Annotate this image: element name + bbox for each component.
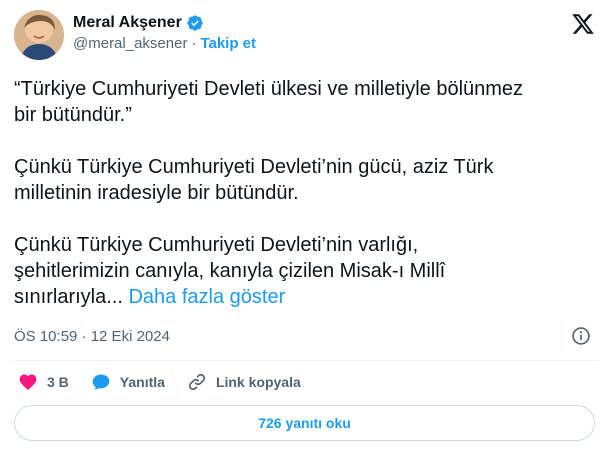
read-replies-button[interactable]: 726 yanıtı oku <box>14 405 595 441</box>
verified-badge-icon <box>187 15 203 31</box>
heart-icon <box>19 374 37 390</box>
x-logo-icon[interactable] <box>571 12 595 36</box>
author-info: Meral Akşener @meral_aksener · Takip et <box>73 13 256 52</box>
tweet-body: “Türkiye Cumhuriyeti Devleti ülkesi ve m… <box>14 76 594 310</box>
show-more-link[interactable]: Daha fazla göster <box>128 286 285 308</box>
avatar[interactable] <box>14 10 64 60</box>
author-name[interactable]: Meral Akşener <box>73 14 182 32</box>
tweet-timestamp[interactable]: ÖS 10:59 · 12 Eki 2024 <box>14 328 170 345</box>
copy-link-label: Link kopyala <box>215 374 301 390</box>
like-button[interactable]: 3 B <box>18 372 69 392</box>
handle-row: @meral_aksener · Takip et <box>73 35 256 52</box>
copy-link-button[interactable]: Link kopyala <box>187 372 301 392</box>
follow-button[interactable]: Takip et <box>200 35 256 52</box>
info-icon[interactable] <box>571 326 591 346</box>
reply-bubble-icon <box>92 374 110 390</box>
reply-button[interactable]: Yanıtla <box>91 372 165 392</box>
separator-dot: · <box>191 35 197 52</box>
tweet-card: Meral Akşener @meral_aksener · Takip et … <box>0 0 613 453</box>
action-bar: 3 B Yanıtla Link kopyala <box>18 371 323 393</box>
tweet-paragraph-3: Çünkü Türkiye Cumhuriyeti Devleti’nin va… <box>14 232 594 310</box>
reply-label: Yanıtla <box>119 374 165 390</box>
author-handle[interactable]: @meral_aksener <box>73 35 187 52</box>
tweet-paragraph-1: “Türkiye Cumhuriyeti Devleti ülkesi ve m… <box>14 78 524 126</box>
tweet-paragraph-2: Çünkü Türkiye Cumhuriyeti Devleti’nin gü… <box>14 156 494 204</box>
name-row: Meral Akşener <box>73 13 256 33</box>
like-count: 3 B <box>47 374 69 390</box>
tweet-header: Meral Akşener @meral_aksener · Takip et <box>14 10 599 60</box>
link-icon <box>188 373 205 391</box>
divider <box>14 360 599 361</box>
